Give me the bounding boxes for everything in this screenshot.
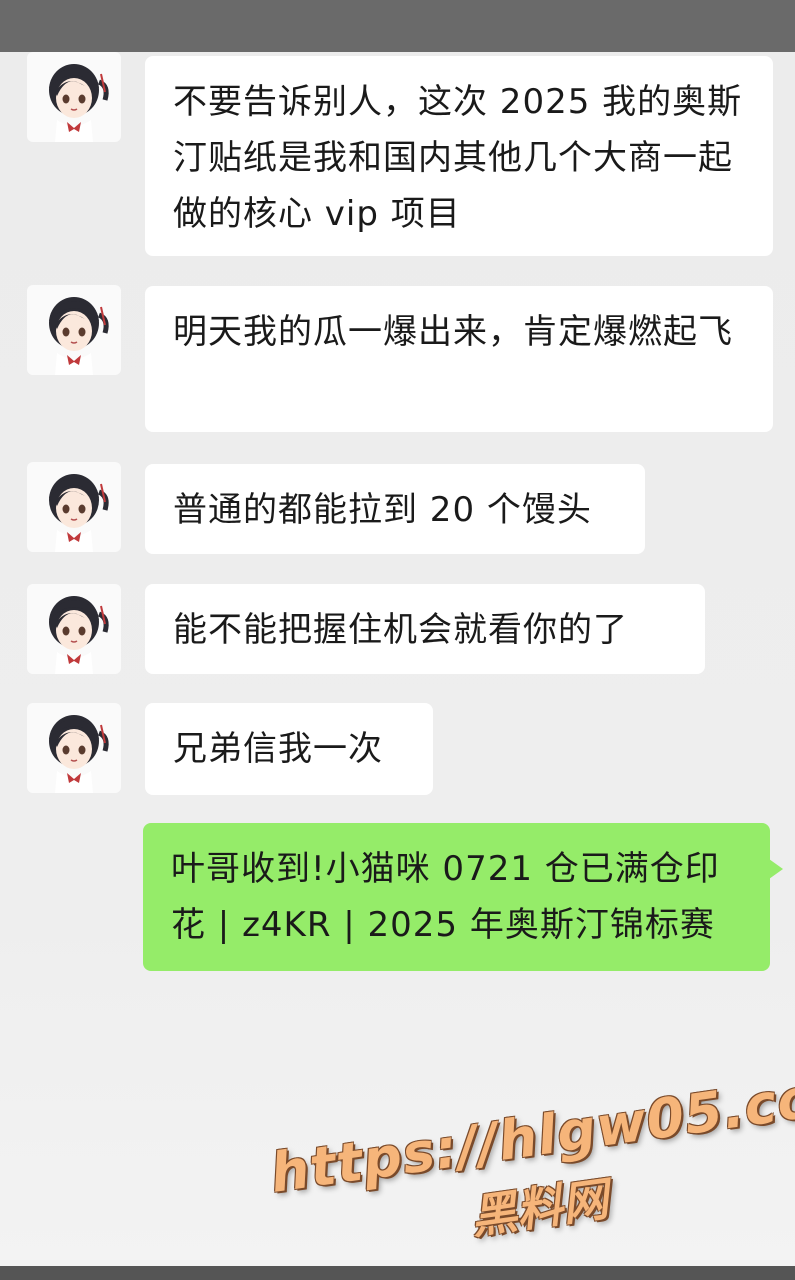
- message-bubble-contact[interactable]: 普通的都能拉到 20 个馒头: [145, 464, 645, 554]
- message-bubble-contact[interactable]: 明天我的瓜一爆出来，肯定爆燃起飞: [145, 286, 773, 432]
- contact-avatar[interactable]: [27, 285, 121, 375]
- anime-girl-avatar-icon: [49, 64, 109, 142]
- contact-avatar[interactable]: [27, 52, 121, 142]
- message-bubble-contact[interactable]: 兄弟信我一次: [145, 703, 433, 795]
- contact-avatar[interactable]: [27, 703, 121, 793]
- message-bubble-contact[interactable]: 不要告诉别人，这次 2025 我的奥斯汀贴纸是我和国内其他几个大商一起做的核心 …: [145, 56, 773, 256]
- contact-avatar[interactable]: [27, 584, 121, 674]
- anime-girl-avatar-icon: [49, 715, 109, 793]
- anime-girl-avatar-icon: [49, 297, 109, 375]
- anime-girl-avatar-icon: [49, 596, 109, 674]
- anime-girl-avatar-icon: [49, 474, 109, 552]
- status-bar: [0, 0, 795, 52]
- bottom-bar: [0, 1266, 795, 1280]
- contact-avatar[interactable]: [27, 462, 121, 552]
- message-bubble-contact[interactable]: 能不能把握住机会就看你的了: [145, 584, 705, 674]
- message-bubble-self[interactable]: 叶哥收到!小猫咪 0721 仓已满仓印花 | z4KR | 2025 年奥斯汀锦…: [143, 823, 783, 971]
